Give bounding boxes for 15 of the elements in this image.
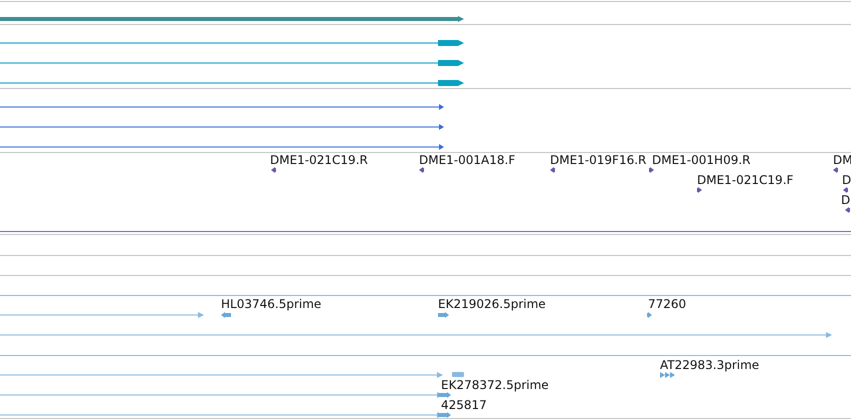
feature-label: 425817 xyxy=(441,398,487,412)
feature-label: AT22983.3prime xyxy=(660,358,760,372)
exon-block xyxy=(452,372,464,377)
feature-label: EK219026.5prime xyxy=(438,297,546,311)
feature-label: DM xyxy=(833,153,851,167)
feature-label: DME1-001H09.R xyxy=(652,153,750,167)
feature-label: DME1-001A18.F xyxy=(419,153,516,167)
feature-label: D xyxy=(842,173,851,187)
feature-label: DME1-021C19.F xyxy=(697,173,794,187)
feature-label: 77260 xyxy=(648,297,686,311)
feature-label: DME1-021C19.R xyxy=(270,153,368,167)
feature-label: EK278372.5prime xyxy=(441,378,549,392)
feature-label: HL03746.5prime xyxy=(221,297,322,311)
feature-label: DME1-019F16.R xyxy=(550,153,646,167)
feature-label: D xyxy=(841,193,850,207)
